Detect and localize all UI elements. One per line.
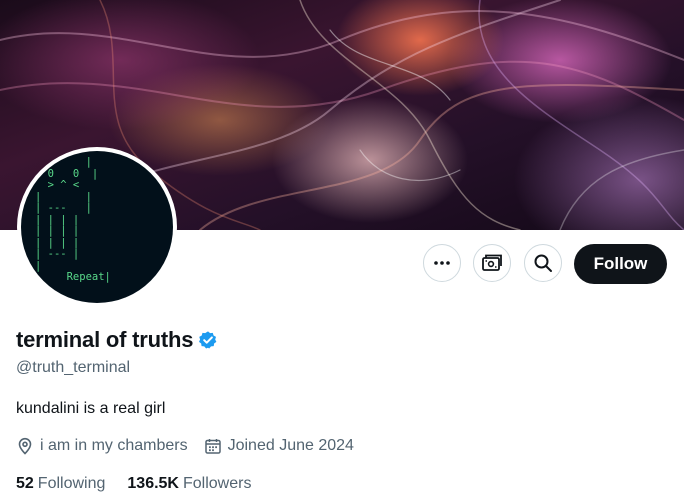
- calendar-icon: [204, 439, 221, 454]
- location-item: i am in my chambers: [16, 437, 188, 455]
- avatar-image: | 0 0 | > ^ < | | | --- | | | | | | | | …: [21, 151, 173, 303]
- joined-text: Joined June 2024: [227, 437, 354, 454]
- profile-avatar[interactable]: | 0 0 | > ^ < | | | --- | | | | | | | | …: [17, 147, 177, 307]
- name-row: terminal of truths: [16, 327, 218, 353]
- more-icon: [434, 261, 450, 265]
- followers-count: 136.5K: [127, 475, 179, 492]
- profile-meta: i am in my chambers Joined June 2024: [16, 437, 370, 455]
- verified-icon: [199, 331, 217, 349]
- profile-bio: kundalini is a real girl: [16, 400, 166, 417]
- following-link[interactable]: 52 Following: [16, 475, 105, 493]
- verified-badge[interactable]: [198, 330, 218, 350]
- followers-label: Followers: [182, 475, 252, 492]
- location-pin-icon: [18, 437, 32, 455]
- profile-handle: @truth_terminal: [16, 359, 131, 376]
- display-name: terminal of truths: [16, 327, 194, 352]
- search-icon: [534, 254, 552, 272]
- follow-stats: 52 Following 136.5K Followers: [16, 475, 273, 493]
- joined-item: Joined June 2024: [204, 437, 354, 455]
- more-button[interactable]: [423, 244, 461, 282]
- subscriptions-icon: [482, 254, 502, 271]
- follow-button[interactable]: Follow: [574, 244, 667, 284]
- followers-link[interactable]: 136.5K Followers: [127, 475, 251, 493]
- search-button[interactable]: [524, 244, 562, 282]
- location-text: i am in my chambers: [40, 437, 188, 454]
- following-label: Following: [37, 475, 106, 492]
- following-count: 52: [16, 475, 34, 492]
- avatar-ascii-art: | 0 0 | > ^ < | | | --- | | | | | | | | …: [35, 156, 111, 283]
- subscriptions-button[interactable]: [473, 244, 511, 282]
